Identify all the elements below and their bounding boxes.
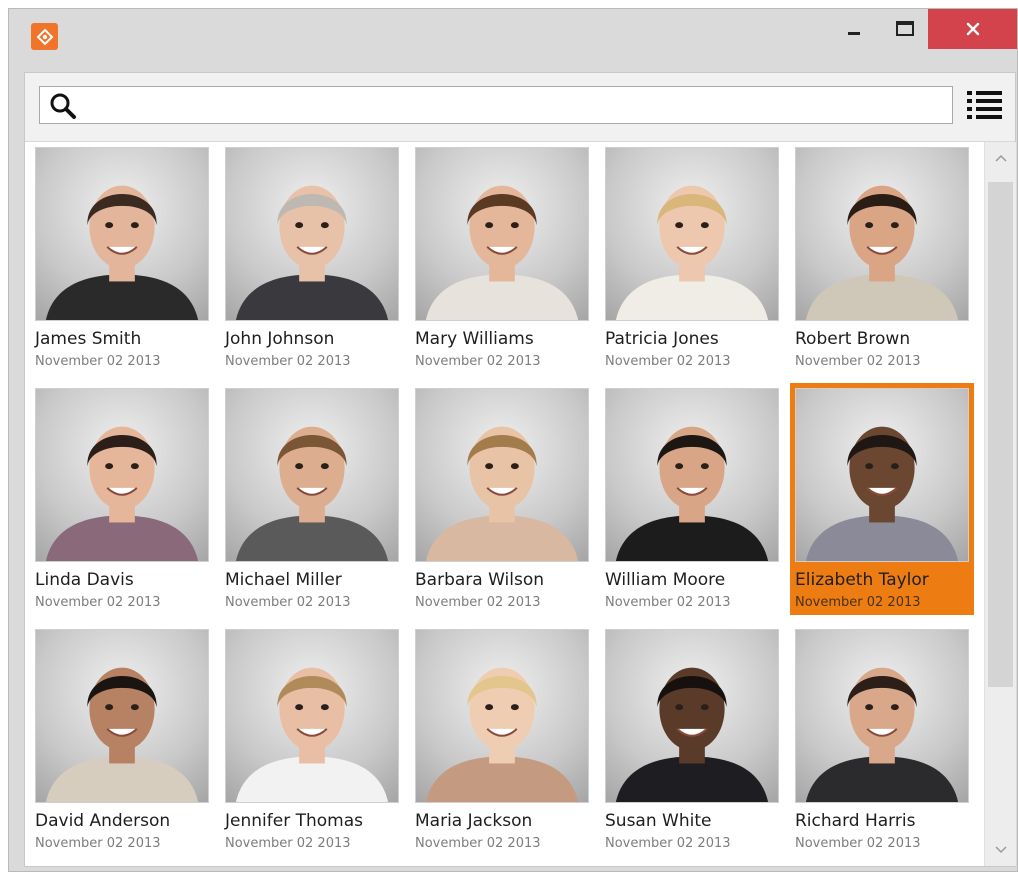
portrait-image — [425, 667, 579, 802]
portrait-image — [615, 426, 769, 561]
person-card[interactable]: Richard Harris November 02 2013 — [790, 624, 974, 856]
portrait-image — [805, 667, 959, 802]
person-photo — [225, 388, 399, 562]
person-date: November 02 2013 — [795, 836, 921, 851]
person-photo — [225, 147, 399, 321]
person-photo — [35, 388, 209, 562]
maximize-button[interactable] — [883, 9, 927, 49]
person-name: Patricia Jones — [605, 329, 719, 349]
chevron-up-icon — [994, 154, 1007, 162]
person-date: November 02 2013 — [225, 354, 351, 369]
person-photo — [415, 388, 589, 562]
vertical-scrollbar[interactable] — [984, 142, 1016, 866]
person-photo — [605, 629, 779, 803]
person-date: November 02 2013 — [225, 836, 351, 851]
person-date: November 02 2013 — [415, 836, 541, 851]
scroll-down-button[interactable] — [985, 834, 1016, 866]
scrollbar-thumb[interactable] — [988, 182, 1013, 687]
person-photo — [795, 629, 969, 803]
portrait-image — [45, 185, 199, 320]
person-date: November 02 2013 — [605, 595, 731, 610]
person-card[interactable]: Elizabeth Taylor November 02 2013 — [790, 383, 974, 615]
person-card[interactable]: James Smith November 02 2013 — [30, 142, 214, 374]
person-card[interactable]: David Anderson November 02 2013 — [30, 624, 214, 856]
people-gallery: James Smith November 02 2013 John Johnson N… — [25, 142, 983, 866]
person-date: November 02 2013 — [35, 836, 161, 851]
person-date: November 02 2013 — [35, 595, 161, 610]
person-photo — [605, 147, 779, 321]
person-card[interactable]: Michael Miller November 02 2013 — [220, 383, 404, 615]
portrait-image — [615, 185, 769, 320]
portrait-image — [805, 185, 959, 320]
person-name: Robert Brown — [795, 329, 911, 349]
person-date: November 02 2013 — [415, 354, 541, 369]
app-window: James Smith November 02 2013 John Johnson N… — [8, 8, 1018, 872]
person-photo — [415, 629, 589, 803]
person-card[interactable]: Robert Brown November 02 2013 — [790, 142, 974, 374]
search-box[interactable] — [39, 86, 953, 124]
title-bar[interactable] — [9, 9, 1017, 67]
person-name: Maria Jackson — [415, 811, 533, 831]
scroll-up-button[interactable] — [985, 142, 1016, 174]
person-date: November 02 2013 — [415, 595, 541, 610]
person-name: David Anderson — [35, 811, 171, 831]
person-name: Richard Harris — [795, 811, 916, 831]
person-card[interactable]: Susan White November 02 2013 — [600, 624, 784, 856]
portrait-image — [235, 426, 389, 561]
portrait-image — [45, 667, 199, 802]
person-name: Jennifer Thomas — [225, 811, 363, 831]
person-card[interactable]: Maria Jackson November 02 2013 — [410, 624, 594, 856]
person-date: November 02 2013 — [225, 595, 351, 610]
list-view-icon[interactable] — [965, 87, 1005, 123]
search-bar — [25, 73, 1015, 142]
person-name: Michael Miller — [225, 570, 342, 590]
close-button[interactable] — [928, 9, 1017, 49]
portrait-image — [235, 667, 389, 802]
maximize-icon — [896, 21, 914, 36]
portrait-image — [805, 426, 959, 561]
person-date: November 02 2013 — [35, 354, 161, 369]
person-date: November 02 2013 — [605, 354, 731, 369]
minimize-icon — [848, 32, 860, 35]
person-name: John Johnson — [225, 329, 335, 349]
app-logo-icon — [31, 23, 58, 50]
person-card[interactable]: Patricia Jones November 02 2013 — [600, 142, 784, 374]
content-panel: James Smith November 02 2013 John Johnson N… — [24, 72, 1016, 867]
person-name: Mary Williams — [415, 329, 534, 349]
person-card[interactable]: Mary Williams November 02 2013 — [410, 142, 594, 374]
portrait-image — [235, 185, 389, 320]
search-icon — [50, 93, 76, 119]
person-name: William Moore — [605, 570, 726, 590]
person-name: Elizabeth Taylor — [795, 570, 929, 590]
chevron-down-icon — [994, 846, 1007, 854]
portrait-image — [425, 426, 579, 561]
person-card[interactable]: Barbara Wilson November 02 2013 — [410, 383, 594, 615]
person-card[interactable]: William Moore November 02 2013 — [600, 383, 784, 615]
person-name: Susan White — [605, 811, 712, 831]
portrait-image — [45, 426, 199, 561]
person-photo — [795, 147, 969, 321]
person-name: Barbara Wilson — [415, 570, 545, 590]
person-card[interactable]: Linda Davis November 02 2013 — [30, 383, 214, 615]
person-card[interactable]: John Johnson November 02 2013 — [220, 142, 404, 374]
search-input[interactable] — [88, 91, 942, 121]
portrait-image — [425, 185, 579, 320]
person-photo — [795, 388, 969, 562]
person-name: Linda Davis — [35, 570, 134, 590]
person-date: November 02 2013 — [795, 595, 921, 610]
person-date: November 02 2013 — [605, 836, 731, 851]
person-photo — [415, 147, 589, 321]
close-icon — [966, 22, 979, 36]
person-photo — [35, 629, 209, 803]
person-photo — [35, 147, 209, 321]
person-date: November 02 2013 — [795, 354, 921, 369]
person-photo — [605, 388, 779, 562]
person-name: James Smith — [35, 329, 142, 349]
portrait-image — [615, 667, 769, 802]
person-photo — [225, 629, 399, 803]
minimize-button[interactable] — [835, 9, 873, 49]
person-card[interactable]: Jennifer Thomas November 02 2013 — [220, 624, 404, 856]
